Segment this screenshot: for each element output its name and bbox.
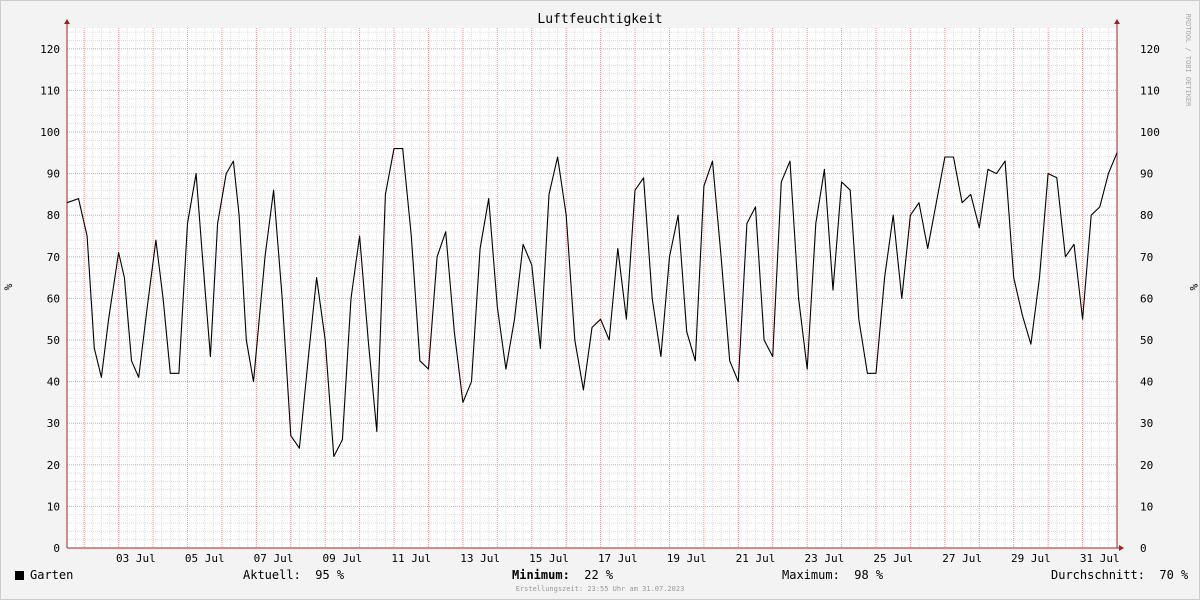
x-tick-label: 25 Jul: [873, 552, 913, 565]
legend-maximum: Maximum: 98 %: [782, 568, 883, 582]
x-tick-label: 19 Jul: [667, 552, 707, 565]
x-tick-label: 03 Jul: [116, 552, 156, 565]
aktuell-label: Aktuell:: [243, 568, 301, 582]
x-axis-arrow: [1119, 545, 1124, 551]
x-tick-label: 15 Jul: [529, 552, 569, 565]
x-tick-label: 31 Jul: [1080, 552, 1120, 565]
y-tick-label-left: 10: [47, 500, 60, 513]
y-tick-label-right: 40: [1140, 376, 1153, 389]
y-tick-label-left: 50: [47, 334, 60, 347]
chart-title: Luftfeuchtigkeit: [537, 12, 662, 27]
minimum-value: 22 %: [584, 568, 614, 582]
legend-series: Garten: [15, 568, 73, 582]
y-tick-label-left: 120: [40, 43, 60, 56]
aktuell-value: 95 %: [315, 568, 345, 582]
x-tick-label: 11 Jul: [391, 552, 431, 565]
y-tick-label-left: 0: [53, 542, 60, 555]
y-tick-label-left: 90: [47, 168, 60, 181]
y-tick-label-right: 50: [1140, 334, 1153, 347]
y-tick-label-right: 60: [1140, 292, 1153, 305]
maximum-value: 98 %: [854, 568, 884, 582]
legend-minimum: Minimum: 22 %: [512, 568, 613, 582]
y-tick-label-right: 100: [1140, 126, 1160, 139]
y-axis-label-left: %: [2, 283, 15, 290]
y-tick-label-left: 100: [40, 126, 60, 139]
y-tick-label-right: 10: [1140, 500, 1153, 513]
y-tick-label-right: 120: [1140, 43, 1160, 56]
y-tick-label-right: 20: [1140, 459, 1153, 472]
x-tick-label: 13 Jul: [460, 552, 500, 565]
x-tick-label: 17 Jul: [598, 552, 638, 565]
y-tick-label-right: 110: [1140, 84, 1160, 97]
y-tick-label-right: 30: [1140, 417, 1153, 430]
legend-series-name: Garten: [30, 568, 74, 582]
legend-durchschnitt: Durchschnitt: 70 %: [1051, 568, 1188, 582]
y-tick-label-left: 40: [47, 376, 60, 389]
y-tick-label-right: 0: [1140, 542, 1147, 555]
x-tick-label: 27 Jul: [942, 552, 982, 565]
legend-swatch: [15, 571, 24, 580]
x-tick-label: 21 Jul: [736, 552, 776, 565]
y-axis-left-arrow: [64, 19, 70, 24]
y-tick-label-right: 80: [1140, 209, 1153, 222]
y-tick-labels-right: 0 10 20 30 40 50 60 70 80 90 100 110 120: [1140, 43, 1160, 555]
humidity-chart: 0 10 20 30 40 50 60 70 80 90 100 110 120 0 10 20 30 40 50…: [0, 0, 1200, 600]
y-tick-label-left: 30: [47, 417, 60, 430]
y-tick-label-left: 80: [47, 209, 60, 222]
y-tick-label-left: 20: [47, 459, 60, 472]
x-tick-label: 29 Jul: [1011, 552, 1051, 565]
y-axis-right-arrow: [1114, 19, 1120, 24]
y-tick-label-left: 70: [47, 251, 60, 264]
maximum-label: Maximum:: [782, 568, 840, 582]
y-axis-label-right: %: [1187, 284, 1200, 291]
creation-time-footer: Erstellungszeit: 23:55 Uhr am 31.07.2023: [515, 585, 685, 593]
y-tick-label-left: 60: [47, 292, 60, 305]
y-tick-label-right: 90: [1140, 168, 1153, 181]
durchschnitt-label: Durchschnitt:: [1051, 568, 1145, 582]
x-tick-label: 23 Jul: [805, 552, 845, 565]
rrd-graph: 0 10 20 30 40 50 60 70 80 90 100 110 120 0 10 20 30 40 50…: [0, 0, 1200, 600]
durchschnitt-value: 70 %: [1159, 568, 1189, 582]
x-tick-label: 07 Jul: [254, 552, 294, 565]
y-tick-label-right: 70: [1140, 251, 1153, 264]
x-tick-label: 09 Jul: [323, 552, 363, 565]
legend-aktuell: Aktuell: 95 %: [243, 568, 344, 582]
x-tick-label: 05 Jul: [185, 552, 225, 565]
y-tick-labels-left: 0 10 20 30 40 50 60 70 80 90 100 110 120: [40, 43, 60, 555]
x-tick-labels: 03 Jul 05 Jul 07 Jul 09 Jul 11 Jul 13 Jul 15 J…: [116, 552, 1120, 565]
rrdtool-watermark: RRDTOOL / TOBI OETIKER: [1184, 14, 1192, 108]
y-tick-label-left: 110: [40, 84, 60, 97]
minimum-label: Minimum:: [512, 568, 570, 582]
